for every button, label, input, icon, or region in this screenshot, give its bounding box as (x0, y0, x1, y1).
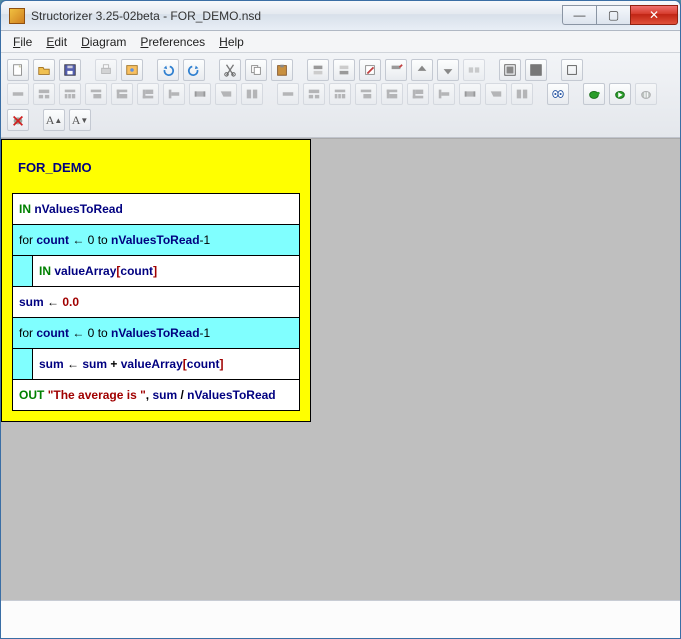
analyser-icon[interactable] (547, 83, 569, 105)
expand-icon[interactable] (525, 59, 547, 81)
nsd-diagram[interactable]: FOR_DEMO IN nValuesToRead for count ← 0 … (1, 139, 311, 422)
insert-jump-after-icon[interactable] (485, 83, 507, 105)
insert-alt-after-icon[interactable] (303, 83, 325, 105)
minimize-button[interactable]: ― (562, 5, 596, 25)
maximize-button[interactable]: ▢ (596, 5, 630, 25)
for1-inner[interactable]: IN valueArray[count] (33, 256, 299, 286)
insert-instruction-before-icon[interactable] (7, 83, 29, 105)
paste-icon[interactable] (271, 59, 293, 81)
export-image-icon[interactable] (121, 59, 143, 81)
play-icon[interactable] (609, 83, 631, 105)
menu-preferences[interactable]: Preferences (134, 33, 211, 51)
insert-for-before-icon[interactable] (85, 83, 107, 105)
app-window: Structorizer 3.25-02beta - FOR_DEMO.nsd … (0, 0, 681, 639)
insert-alt-before-icon[interactable] (33, 83, 55, 105)
delete-icon[interactable] (385, 59, 407, 81)
titlebar[interactable]: Structorizer 3.25-02beta - FOR_DEMO.nsd … (1, 1, 680, 31)
for2-gutter (13, 349, 33, 379)
close-button[interactable]: ✕ (630, 5, 678, 25)
insert-call-before-icon[interactable] (189, 83, 211, 105)
boxed-icon[interactable] (561, 59, 583, 81)
add-after-icon[interactable] (333, 59, 355, 81)
for2-body: sum ← sum + valueArray[count] (13, 349, 299, 380)
diagram-title[interactable]: FOR_DEMO (12, 150, 300, 193)
status-bar (1, 600, 680, 638)
menu-edit[interactable]: Edit (40, 33, 73, 51)
menu-diagram[interactable]: Diagram (75, 33, 132, 51)
toolbars: A▲ A▼ (1, 53, 680, 138)
open-icon[interactable] (33, 59, 55, 81)
assign-sum-zero[interactable]: sum ← 0.0 (13, 287, 299, 318)
insert-forever-after-icon[interactable] (433, 83, 455, 105)
diagram-canvas[interactable]: FOR_DEMO IN nValuesToRead for count ← 0 … (1, 138, 680, 600)
menu-file[interactable]: File (7, 33, 38, 51)
redo-icon[interactable] (183, 59, 205, 81)
insert-case-before-icon[interactable] (59, 83, 81, 105)
toolbar-row-2: A▲ A▼ (7, 83, 674, 131)
insert-call-after-icon[interactable] (459, 83, 481, 105)
font-decrease-icon[interactable]: A▼ (69, 109, 91, 131)
print-icon[interactable] (95, 59, 117, 81)
for1-gutter (13, 256, 33, 286)
font-increase-icon[interactable]: A▲ (43, 109, 65, 131)
add-before-icon[interactable] (307, 59, 329, 81)
insert-case-after-icon[interactable] (329, 83, 351, 105)
insert-repeat-after-icon[interactable] (407, 83, 429, 105)
insert-for-after-icon[interactable] (355, 83, 377, 105)
toolbar-row-1 (7, 59, 674, 81)
insert-forever-before-icon[interactable] (163, 83, 185, 105)
for1-body: IN valueArray[count] (13, 256, 299, 287)
insert-parallel-after-icon[interactable] (511, 83, 533, 105)
menu-help[interactable]: Help (213, 33, 250, 51)
stop-icon[interactable] (7, 109, 29, 131)
collapse-icon[interactable] (499, 59, 521, 81)
pause-icon[interactable] (635, 83, 657, 105)
app-icon (9, 8, 25, 24)
insert-parallel-before-icon[interactable] (241, 83, 263, 105)
input-nvalues[interactable]: IN nValuesToRead (13, 194, 299, 225)
save-icon[interactable] (59, 59, 81, 81)
window-buttons: ― ▢ ✕ (562, 7, 678, 25)
for2-inner[interactable]: sum ← sum + valueArray[count] (33, 349, 299, 379)
move-down-icon[interactable] (437, 59, 459, 81)
insert-instruction-after-icon[interactable] (277, 83, 299, 105)
for2-header[interactable]: for count ← 0 to nValuesToRead-1 (13, 318, 299, 349)
turtle-icon[interactable] (583, 83, 605, 105)
output-average[interactable]: OUT "The average is ", sum / nValuesToRe… (13, 380, 299, 410)
edit-note-icon[interactable] (359, 59, 381, 81)
for1-header[interactable]: for count ← 0 to nValuesToRead-1 (13, 225, 299, 256)
copy-icon[interactable] (245, 59, 267, 81)
new-icon[interactable] (7, 59, 29, 81)
cut-icon[interactable] (219, 59, 241, 81)
insert-while-before-icon[interactable] (111, 83, 133, 105)
transmute-icon[interactable] (463, 59, 485, 81)
insert-jump-before-icon[interactable] (215, 83, 237, 105)
move-up-icon[interactable] (411, 59, 433, 81)
insert-while-after-icon[interactable] (381, 83, 403, 105)
nsd-body: IN nValuesToRead for count ← 0 to nValue… (12, 193, 300, 411)
insert-repeat-before-icon[interactable] (137, 83, 159, 105)
undo-icon[interactable] (157, 59, 179, 81)
menubar: File Edit Diagram Preferences Help (1, 31, 680, 53)
window-title: Structorizer 3.25-02beta - FOR_DEMO.nsd (31, 9, 562, 23)
